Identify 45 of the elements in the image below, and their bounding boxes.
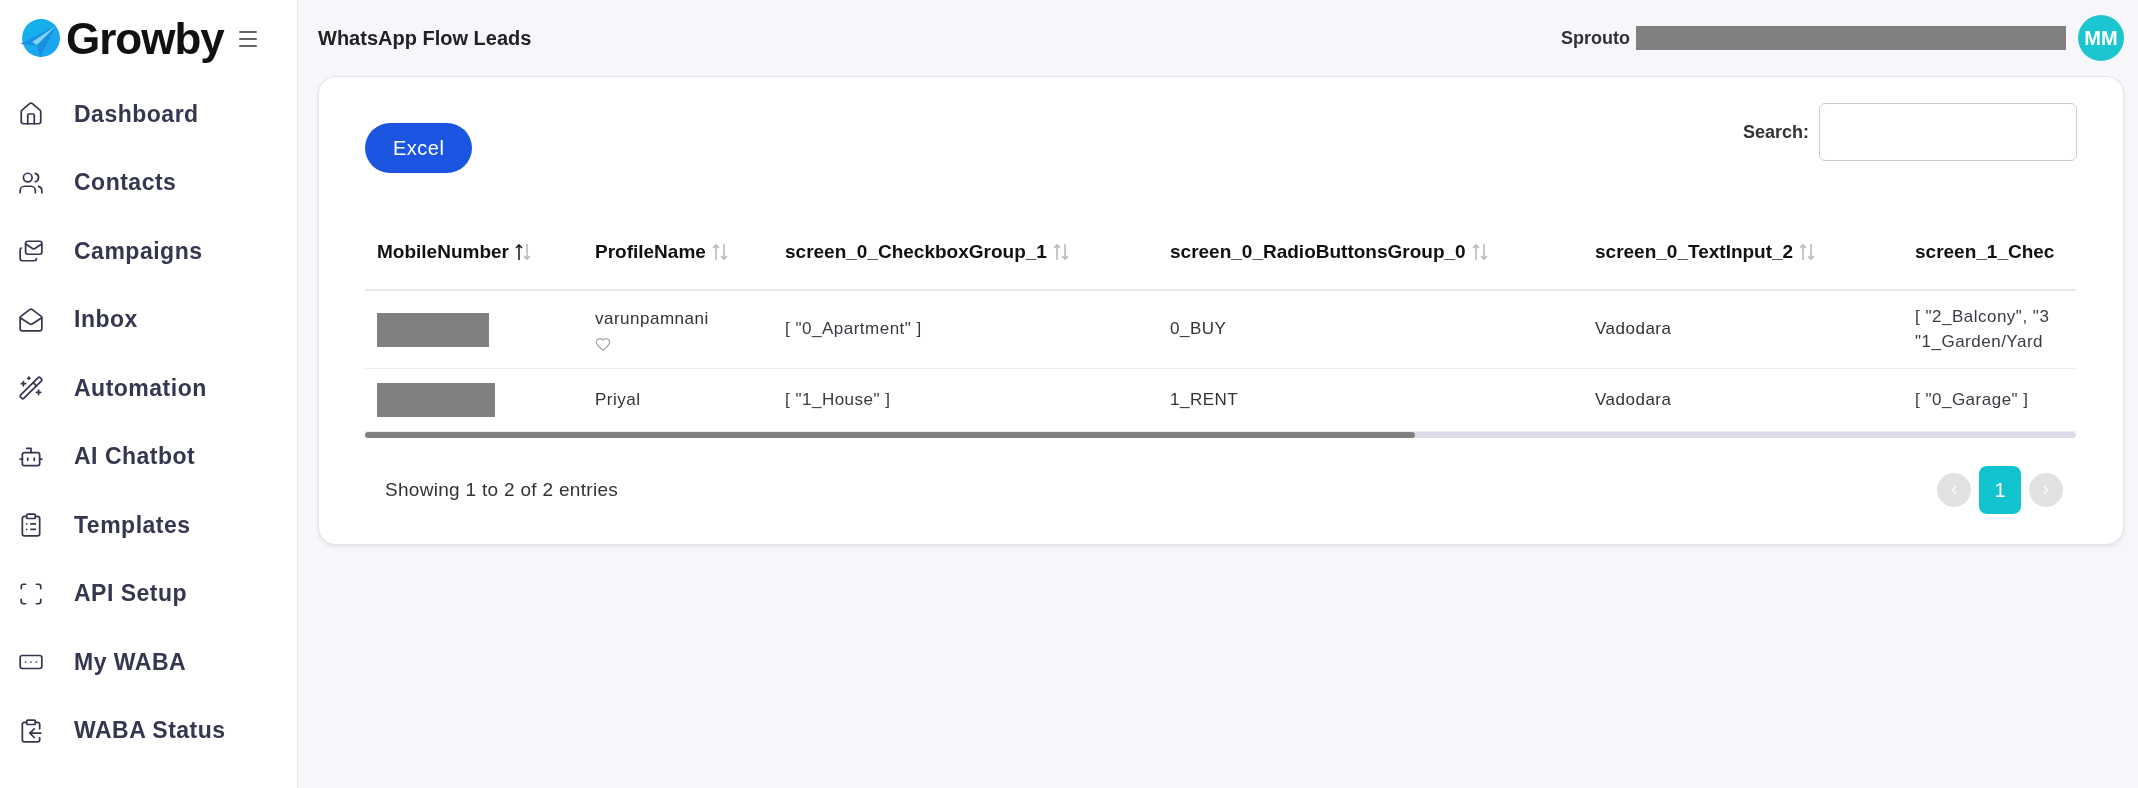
table-cell: 1_RENT bbox=[1170, 389, 1239, 409]
table-cell: [ "2_Balcony", "3 "1_Garden/Yard bbox=[1915, 307, 2050, 351]
column-header[interactable]: ProfileName bbox=[595, 241, 706, 263]
sidebar-item[interactable]: Contacts bbox=[18, 148, 297, 217]
sidebar-item[interactable]: AI Chatbot bbox=[18, 422, 297, 491]
people-icon bbox=[18, 169, 44, 196]
magic-wand-icon bbox=[18, 375, 44, 402]
sidebar-item[interactable]: API Setup bbox=[18, 559, 297, 628]
table-cell-text: Priyal bbox=[595, 388, 642, 411]
user-name: Sprouto bbox=[1561, 27, 1630, 49]
sidebar-item[interactable]: Templates bbox=[18, 491, 297, 560]
entries-info: Showing 1 to 2 of 2 entries bbox=[385, 479, 619, 502]
clipboard-icon bbox=[18, 512, 44, 539]
column-header[interactable]: screen_0_CheckboxGroup_1 bbox=[785, 241, 1047, 263]
column-header[interactable]: screen_1_Chec bbox=[1915, 241, 2055, 263]
table-cell: 0_BUY bbox=[1170, 319, 1227, 339]
clipboard-icon bbox=[18, 717, 44, 744]
envelopes-icon bbox=[18, 238, 44, 265]
sidebar-item[interactable]: Inbox bbox=[18, 285, 297, 354]
paper-plane-logo-icon bbox=[18, 18, 60, 60]
sidebar-item[interactable]: My WABA bbox=[18, 628, 297, 697]
home-icon bbox=[18, 101, 44, 128]
table-cell: [ "0_Apartment" ] bbox=[785, 319, 922, 339]
sort-arrows-icon[interactable] bbox=[514, 242, 531, 262]
column-header[interactable]: MobileNumber bbox=[377, 241, 509, 263]
open-envelope-icon bbox=[18, 306, 44, 333]
sidebar-item[interactable]: Campaigns bbox=[18, 217, 297, 286]
table-cell-text: varunpamnani bbox=[595, 308, 710, 331]
search-label: Search: bbox=[1742, 121, 1809, 143]
scan-frame-icon bbox=[18, 580, 44, 607]
table-cell: [ "1_House" ] bbox=[785, 389, 891, 409]
heart-icon[interactable] bbox=[595, 335, 611, 352]
sidebar-item[interactable]: Automation bbox=[18, 354, 297, 423]
table-cell: Vadodara bbox=[1595, 389, 1672, 409]
column-header[interactable]: screen_0_TextInput_2 bbox=[1595, 241, 1794, 263]
table-cell: Vadodara bbox=[1595, 319, 1672, 339]
sidebar-item[interactable]: WABA Status bbox=[18, 696, 297, 765]
brand-name: Growby bbox=[66, 14, 224, 64]
page-title: WhatsApp Flow Leads bbox=[318, 26, 532, 50]
sidebar-item[interactable]: Dashboard bbox=[18, 80, 297, 149]
column-header[interactable]: screen_0_RadioButtonsGroup_0 bbox=[1170, 241, 1466, 263]
horizontal-scrollbar[interactable] bbox=[365, 432, 2076, 439]
table-cell: [ "0_Garage" ] bbox=[1915, 389, 2029, 409]
search-field[interactable] bbox=[1819, 103, 2077, 161]
excel-button[interactable]: Excel bbox=[365, 123, 473, 173]
